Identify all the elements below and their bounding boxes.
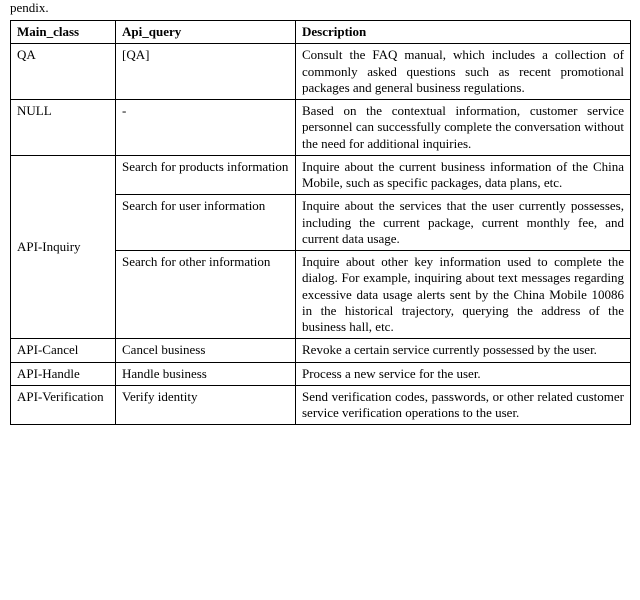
table-row: QA [QA] Consult the FAQ manual, which in… — [11, 44, 631, 100]
cell-api-query: [QA] — [116, 44, 296, 100]
cell-main-class: API-Verification — [11, 385, 116, 425]
header-description: Description — [296, 21, 631, 44]
header-api-query: Api_query — [116, 21, 296, 44]
cell-api-query: Verify identity — [116, 385, 296, 425]
table-row: API-Cancel Cancel business Revoke a cert… — [11, 339, 631, 362]
pretext-fragment: pendix. — [10, 0, 630, 16]
cell-api-query: Search for user information — [116, 195, 296, 251]
table-row: API-Verification Verify identity Send ve… — [11, 385, 631, 425]
cell-main-class: QA — [11, 44, 116, 100]
cell-api-query: Search for products information — [116, 155, 296, 195]
table-header-row: Main_class Api_query Description — [11, 21, 631, 44]
cell-description: Process a new service for the user. — [296, 362, 631, 385]
table-row: API-Inquiry Search for products informat… — [11, 155, 631, 195]
cell-description: Send verification codes, passwords, or o… — [296, 385, 631, 425]
header-main-class: Main_class — [11, 21, 116, 44]
cell-description: Revoke a certain service currently posse… — [296, 339, 631, 362]
cell-main-class: API-Inquiry — [11, 155, 116, 339]
cell-description: Consult the FAQ manual, which includes a… — [296, 44, 631, 100]
table-row: API-Handle Handle business Process a new… — [11, 362, 631, 385]
cell-api-query: Cancel business — [116, 339, 296, 362]
cell-main-class: API-Cancel — [11, 339, 116, 362]
cell-description: Inquire about the services that the user… — [296, 195, 631, 251]
cell-api-query: - — [116, 100, 296, 156]
classification-table: Main_class Api_query Description QA [QA]… — [10, 20, 631, 425]
page: pendix. Main_class Api_query Description… — [0, 0, 640, 600]
cell-main-class: API-Handle — [11, 362, 116, 385]
cell-api-query: Handle business — [116, 362, 296, 385]
cell-description: Inquire about the current business infor… — [296, 155, 631, 195]
cell-main-class: NULL — [11, 100, 116, 156]
table-row: NULL - Based on the contextual informati… — [11, 100, 631, 156]
cell-api-query: Search for other information — [116, 251, 296, 339]
cell-description: Inquire about other key information used… — [296, 251, 631, 339]
cell-description: Based on the contextual information, cus… — [296, 100, 631, 156]
